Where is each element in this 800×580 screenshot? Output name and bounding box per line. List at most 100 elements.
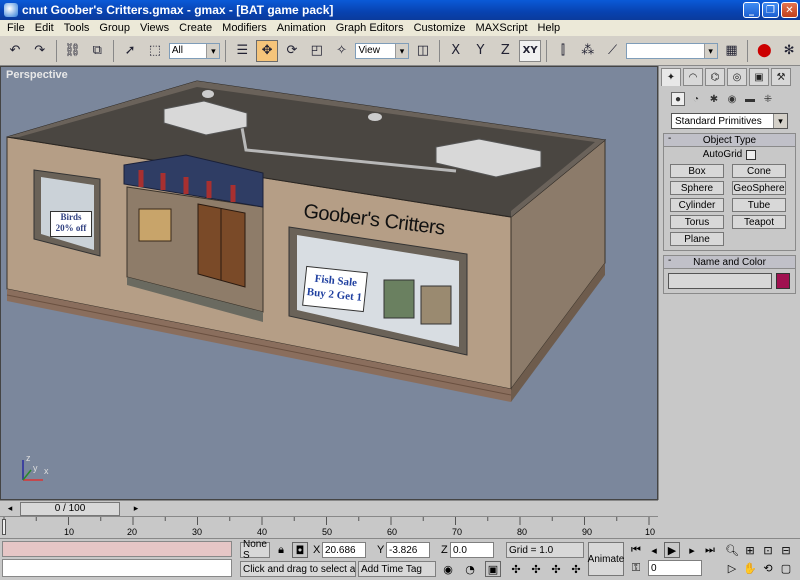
fov-icon[interactable]: ▷ <box>724 560 740 576</box>
sphere-button[interactable]: Sphere <box>670 181 724 195</box>
torus-button[interactable]: Torus <box>670 215 724 229</box>
animate-button[interactable]: Animate <box>588 542 624 576</box>
menu-animation[interactable]: Animation <box>272 22 331 34</box>
link-icon[interactable]: ⛓ <box>62 40 84 62</box>
zoom-extents-icon[interactable]: ✣ <box>528 561 544 577</box>
zoom-region-icon[interactable]: ✣ <box>548 561 564 577</box>
key-mode-icon[interactable]: ⚿ <box>628 560 644 576</box>
close-button[interactable]: ✕ <box>781 2 798 18</box>
menu-maxscript[interactable]: MAXScript <box>471 22 533 34</box>
create-tab-icon[interactable]: ✦ <box>661 68 681 86</box>
menu-views[interactable]: Views <box>135 22 174 34</box>
geosphere-button[interactable]: GeoSphere <box>732 181 786 195</box>
time-next-icon[interactable]: ▸ <box>126 502 146 516</box>
snap-icon[interactable]: ▦ <box>721 40 743 62</box>
selection-filter-dropdown[interactable]: All <box>168 42 221 59</box>
unlink-icon[interactable]: ⧉ <box>86 40 108 62</box>
arc-rotate-icon[interactable]: ⟲ <box>760 560 776 576</box>
track-bar[interactable]: 10 20 30 40 50 60 70 80 90 10 <box>0 516 658 538</box>
move-icon[interactable]: ✥ <box>256 39 278 62</box>
plane-button[interactable]: Plane <box>670 232 724 246</box>
primitive-category-dropdown[interactable]: Standard Primitives <box>671 113 788 129</box>
time-slider[interactable]: ◂ 0 / 100 ▸ <box>0 500 658 516</box>
zoom-extents-selected-icon[interactable]: ⊟ <box>778 542 794 558</box>
hierarchy-tab-icon[interactable]: ⌬ <box>705 68 725 86</box>
lights-icon[interactable]: ✱ <box>707 92 721 106</box>
lock-icon[interactable]: 🔒︎ <box>273 542 289 558</box>
shapes-icon[interactable]: ◔ <box>689 92 703 106</box>
select-arrow-icon[interactable]: ➚ <box>119 40 141 62</box>
mirror-icon[interactable]: ⫿ <box>552 40 574 62</box>
menu-edit[interactable]: Edit <box>30 22 59 34</box>
menu-graph-editors[interactable]: Graph Editors <box>331 22 409 34</box>
play-icon[interactable]: ▶ <box>664 542 680 558</box>
minimize-button[interactable]: _ <box>743 2 760 18</box>
current-frame-marker[interactable] <box>2 519 6 535</box>
utilities-tab-icon[interactable]: ⚒ <box>771 68 791 86</box>
current-frame-field[interactable]: 0 <box>648 560 702 576</box>
zoom-all-icon[interactable]: ⊞ <box>742 542 758 558</box>
squash-icon[interactable]: ✧ <box>331 40 353 62</box>
autogrid-checkbox[interactable] <box>746 149 757 160</box>
select-by-name-icon[interactable]: ☰ <box>231 40 253 62</box>
cone-button[interactable]: Cone <box>732 164 786 178</box>
x-coordinate-field[interactable]: 20.686 <box>322 542 366 558</box>
redo-icon[interactable]: ↷ <box>29 40 51 62</box>
maxscript-listener-white[interactable] <box>2 559 232 577</box>
maximize-viewport-icon[interactable]: ▢ <box>778 560 794 576</box>
angle-snap-icon[interactable]: ◔ <box>462 561 478 577</box>
y-coordinate-field[interactable]: -3.826 <box>386 542 430 558</box>
zoom-extents-all-icon[interactable]: ⊡ <box>760 542 776 558</box>
perspective-viewport[interactable]: Perspective Goober's Critters Birds 20% … <box>0 66 658 500</box>
object-name-input[interactable] <box>668 273 772 289</box>
goto-end-icon[interactable]: ⏭ <box>702 542 718 558</box>
percent-snap-icon[interactable]: ▣ <box>485 561 501 577</box>
scale-icon[interactable]: ◰ <box>306 40 328 62</box>
geometry-icon[interactable]: ● <box>671 92 685 106</box>
helpers-icon[interactable]: ▬ <box>743 92 757 106</box>
rotate-icon[interactable]: ⟳ <box>281 40 303 62</box>
prev-frame-icon[interactable]: ◂ <box>646 542 662 558</box>
teapot-button[interactable]: Teapot <box>732 215 786 229</box>
menu-modifiers[interactable]: Modifiers <box>217 22 272 34</box>
render-teapot-icon[interactable]: ⬤ <box>753 40 775 62</box>
next-frame-icon[interactable]: ▸ <box>684 542 700 558</box>
menu-help[interactable]: Help <box>533 22 566 34</box>
menu-create[interactable]: Create <box>174 22 217 34</box>
menu-tools[interactable]: Tools <box>59 22 95 34</box>
axis-x-button[interactable]: X <box>445 40 467 62</box>
modify-tab-icon[interactable]: ◠ <box>683 68 703 86</box>
display-tab-icon[interactable]: ▣ <box>749 68 769 86</box>
tube-button[interactable]: Tube <box>732 198 786 212</box>
maxscript-listener-pink[interactable] <box>2 541 232 557</box>
menu-file[interactable]: File <box>2 22 30 34</box>
box-button[interactable]: Box <box>670 164 724 178</box>
axis-z-button[interactable]: Z <box>494 40 516 62</box>
zoom-icon[interactable]: 🔍︎ <box>724 542 740 558</box>
maximize-button[interactable]: ❐ <box>762 2 779 18</box>
goto-start-icon[interactable]: ⏮ <box>628 542 644 558</box>
name-color-header[interactable]: - Name and Color <box>664 255 795 269</box>
object-color-swatch[interactable] <box>776 273 790 289</box>
align-icon[interactable]: ⟋ <box>602 40 624 62</box>
time-prev-icon[interactable]: ◂ <box>0 502 20 516</box>
z-coordinate-field[interactable]: 0.0 <box>450 542 494 558</box>
add-time-tag-button[interactable]: Add Time Tag <box>358 561 436 577</box>
time-slider-thumb[interactable]: 0 / 100 <box>20 501 120 516</box>
named-selection-dropdown[interactable] <box>626 42 718 59</box>
snap-toggle-icon[interactable]: ◉ <box>440 561 456 577</box>
pivot-center-icon[interactable]: ◫ <box>412 40 434 62</box>
motion-tab-icon[interactable]: ◎ <box>727 68 747 86</box>
cylinder-button[interactable]: Cylinder <box>670 198 724 212</box>
render-scene-icon[interactable]: ✻ <box>778 40 800 62</box>
undo-icon[interactable]: ↶ <box>4 40 26 62</box>
absolute-mode-icon[interactable]: ◘ <box>292 542 308 558</box>
array-icon[interactable]: ⁂ <box>577 40 599 62</box>
region-select-icon[interactable]: ⬚ <box>144 40 166 62</box>
reference-coordinate-dropdown[interactable]: View <box>355 42 409 59</box>
menu-group[interactable]: Group <box>94 22 135 34</box>
pan-hand-icon[interactable]: ✋ <box>742 560 758 576</box>
axis-xy-button[interactable]: XY <box>519 39 542 62</box>
object-type-header[interactable]: - Object Type <box>664 133 795 147</box>
pan-tool-icon[interactable]: ✣ <box>568 561 584 577</box>
